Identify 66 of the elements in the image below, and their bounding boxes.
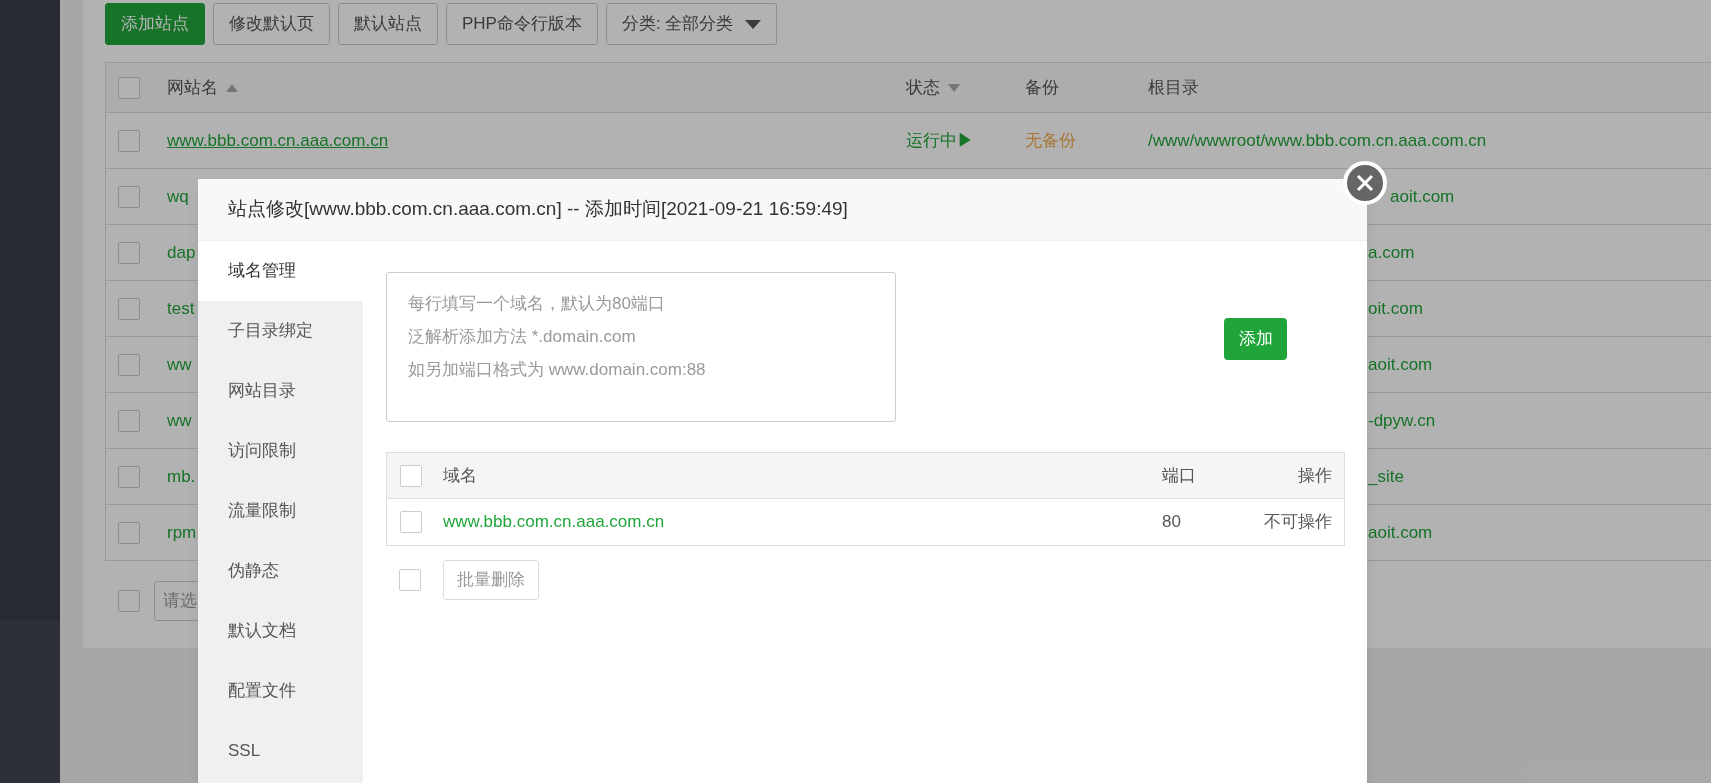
sort-down-icon[interactable]	[948, 83, 960, 92]
root-path[interactable]: -dpyw.cn	[1368, 410, 1436, 430]
site-link[interactable]: dap	[167, 242, 196, 262]
placeholder-text: 如另加端口格式为 www.domain.com:88	[408, 359, 706, 381]
checkbox[interactable]	[400, 511, 422, 533]
dialog-title: 站点修改[www.bbb.com.cn.aaa.com.cn] -- 添加时间[2021-09-21 16:59:49]	[228, 197, 848, 222]
column-header: 域名	[443, 465, 477, 485]
menu-item[interactable]: 访问限制	[198, 421, 363, 481]
column-header: 备份	[1025, 76, 1059, 99]
backup-text[interactable]: 无备份	[1025, 130, 1076, 150]
root-path[interactable]: /www/wwwroot/www.bbb.com.cn.aaa.com.cn	[1148, 130, 1487, 150]
site-link[interactable]: mb.	[167, 466, 196, 486]
caret-icon	[745, 19, 762, 29]
checkbox[interactable]	[118, 590, 140, 612]
table-cell: 80	[1162, 512, 1181, 532]
domain-link[interactable]: www.bbb.com.cn.aaa.com.cn	[443, 512, 665, 532]
root-path[interactable]: aoit.com	[1368, 354, 1433, 374]
menu-item[interactable]: 子目录绑定	[198, 301, 363, 361]
checkbox[interactable]	[118, 185, 140, 208]
checkbox[interactable]	[118, 297, 140, 320]
column-header: 操作	[1298, 465, 1332, 485]
checkbox[interactable]	[118, 353, 140, 376]
menu-item[interactable]: 伪静态	[198, 541, 363, 601]
checkbox[interactable]	[118, 76, 140, 99]
checkbox[interactable]	[118, 129, 140, 152]
checkbox[interactable]	[118, 409, 140, 432]
close-icon	[1356, 174, 1374, 192]
root-path[interactable]: a.com	[1368, 242, 1415, 262]
menu-item[interactable]: 配置文件	[198, 661, 363, 721]
domain-input[interactable]: 每行填写一个域名，默认为80端口 泛解析添加方法 *.domain.com 如另加端口格式为 www.domain.com:88	[386, 272, 896, 422]
menu-item[interactable]: 默认文档	[198, 601, 363, 661]
column-header: 根目录	[1148, 76, 1199, 99]
batch-delete-button[interactable]: 批量删除	[443, 560, 539, 600]
table-cell: 不可操作	[1264, 512, 1332, 532]
checkbox[interactable]	[399, 569, 421, 591]
checkbox[interactable]	[118, 521, 140, 544]
site-link[interactable]: ww	[167, 410, 192, 430]
root-path[interactable]: oit.com	[1368, 298, 1423, 318]
site-link[interactable]: ww	[167, 354, 192, 374]
root-path[interactable]: _site	[1368, 466, 1404, 486]
menu-item[interactable]: 流量限制	[198, 481, 363, 541]
column-header: 端口	[1162, 465, 1196, 485]
status-text[interactable]: 运行中▶	[906, 130, 974, 150]
checkbox[interactable]	[118, 465, 140, 488]
root-path[interactable]: aoit.com	[1368, 522, 1433, 542]
site-link[interactable]: test	[167, 298, 195, 318]
site-link[interactable]: rpm	[167, 522, 197, 542]
toolbar-button[interactable]: PHP命令行版本	[446, 3, 598, 45]
category-dropdown[interactable]: 分类: 全部分类	[605, 3, 778, 45]
toolbar-button[interactable]: 添加站点	[105, 3, 205, 45]
column-header[interactable]: 状态	[906, 74, 940, 101]
menu-item[interactable]: 域名管理	[198, 241, 363, 301]
placeholder-text: 泛解析添加方法 *.domain.com	[408, 326, 636, 348]
menu-item[interactable]: SSL	[198, 721, 363, 781]
site-link[interactable]: www.bbb.com.cn.aaa.com.cn	[167, 130, 389, 150]
site-link[interactable]: wq	[167, 186, 189, 206]
sort-up-icon[interactable]	[226, 83, 238, 92]
checkbox[interactable]	[118, 241, 140, 264]
checkbox[interactable]	[400, 464, 422, 487]
add-button[interactable]: 添加	[1224, 318, 1287, 360]
placeholder-text: 每行填写一个域名，默认为80端口	[408, 293, 665, 315]
column-header[interactable]: 网站名	[167, 74, 218, 101]
root-path[interactable]: aoit.com	[1390, 186, 1455, 206]
toolbar-button[interactable]: 修改默认页	[213, 3, 330, 45]
menu-item[interactable]: 网站目录	[198, 361, 363, 421]
toolbar-button[interactable]: 默认站点	[338, 3, 438, 45]
